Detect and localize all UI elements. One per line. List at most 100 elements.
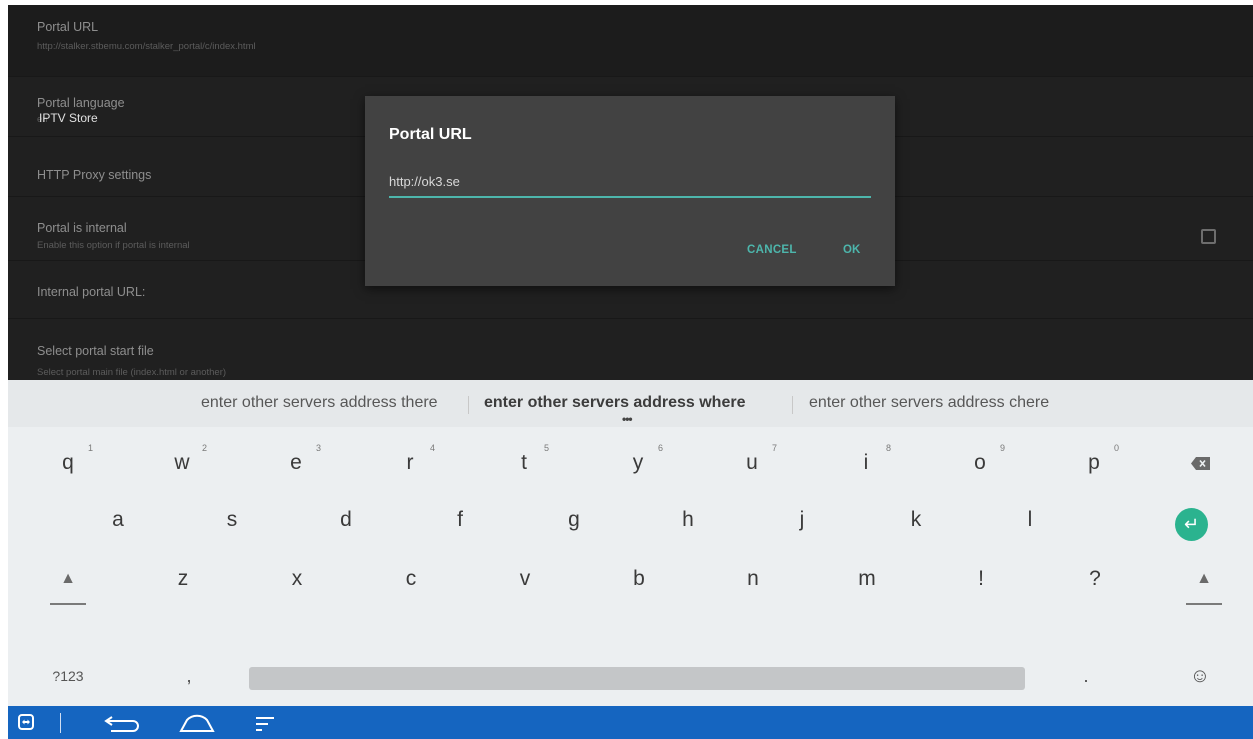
key-e[interactable]: e3 [251, 437, 341, 495]
app-screen: Portal URL http://stalker.stbemu.com/sta… [8, 5, 1253, 739]
back-icon[interactable] [103, 715, 147, 733]
key-number-hint: 1 [87, 443, 93, 453]
suggestion-divider [792, 396, 793, 414]
setting-title: Select portal start file [37, 344, 154, 358]
key-label: ? [1089, 567, 1101, 590]
setting-title: Portal language [37, 96, 125, 110]
key-label: f [457, 508, 463, 531]
key-z[interactable]: z [138, 553, 228, 611]
portal-url-input[interactable] [389, 170, 871, 198]
key-label: p [1088, 451, 1100, 474]
setting-title: Portal URL [37, 20, 99, 34]
key-v[interactable]: v [480, 553, 570, 611]
key-y[interactable]: y6 [593, 437, 683, 495]
key-c[interactable]: c [366, 553, 456, 611]
more-suggestions-icon[interactable]: ••• [622, 412, 633, 426]
recents-icon[interactable] [254, 715, 276, 733]
key-label: t [521, 451, 527, 474]
key-label: a [112, 508, 124, 531]
key-a[interactable]: a [73, 494, 163, 552]
space-key[interactable] [249, 667, 1025, 690]
emoji-key[interactable]: ☺ [1158, 658, 1248, 698]
key-label: x [291, 567, 303, 590]
nav-divider [60, 713, 61, 733]
key-b[interactable]: b [594, 553, 684, 611]
key-w[interactable]: w2 [137, 437, 227, 495]
comma-key[interactable]: , [144, 658, 234, 698]
shift-underline [1186, 603, 1222, 605]
key-label: b [633, 567, 645, 590]
key-number-hint: 6 [657, 443, 663, 453]
key-number-hint: 3 [315, 443, 321, 453]
suggestion-center[interactable]: enter other servers address where [484, 394, 745, 412]
setting-title: Portal is internal [37, 221, 127, 235]
setting-portal-start-file[interactable]: Select portal start file Select portal m… [8, 319, 1253, 381]
key-label: ! [978, 567, 984, 590]
key-x[interactable]: x [252, 553, 342, 611]
teamviewer-icon[interactable] [18, 714, 34, 730]
key-label: n [747, 567, 759, 590]
key-h[interactable]: h [643, 494, 733, 552]
key-f[interactable]: f [415, 494, 505, 552]
key-label: h [682, 508, 694, 531]
suggestion-divider [468, 396, 469, 414]
setting-value: http://stalker.stbemu.com/stalker_portal… [37, 41, 256, 52]
shift-icon: ▲ [60, 570, 76, 587]
comma-label: , [186, 666, 192, 686]
shift-key-right[interactable]: ▲ [1162, 553, 1252, 611]
key-l[interactable]: l [985, 494, 1075, 552]
key-label: e [290, 451, 302, 474]
key-label: j [799, 508, 805, 531]
key-o[interactable]: o9 [935, 437, 1025, 495]
enter-icon: ↵ [1175, 508, 1208, 541]
key-n[interactable]: n [708, 553, 798, 611]
key-j[interactable]: j [757, 494, 847, 552]
key-g[interactable]: g [529, 494, 619, 552]
ok-button[interactable]: OK [843, 244, 860, 256]
setting-portal-url[interactable]: Portal URL http://stalker.stbemu.com/sta… [8, 5, 1253, 77]
key-![interactable]: ! [936, 553, 1026, 611]
key-s[interactable]: s [187, 494, 277, 552]
key-?[interactable]: ? [1050, 553, 1140, 611]
key-number-hint: 2 [201, 443, 207, 453]
symbols-label: ?123 [52, 668, 84, 684]
key-number-hint: 5 [543, 443, 549, 453]
home-icon[interactable] [178, 714, 216, 734]
key-label: z [177, 567, 189, 590]
key-q[interactable]: q1 [23, 437, 113, 495]
shift-key-left[interactable]: ▲ [26, 553, 116, 611]
key-number-hint: 8 [885, 443, 891, 453]
cancel-button[interactable]: CANCEL [747, 244, 797, 256]
suggestion-left[interactable]: enter other servers address there [201, 394, 438, 412]
key-u[interactable]: u7 [707, 437, 797, 495]
portal-internal-checkbox[interactable] [1201, 229, 1216, 244]
key-label: y [632, 451, 644, 474]
backspace-icon [1191, 457, 1210, 470]
key-m[interactable]: m [822, 553, 912, 611]
key-t[interactable]: t5 [479, 437, 569, 495]
key-d[interactable]: d [301, 494, 391, 552]
key-r[interactable]: r4 [365, 437, 455, 495]
key-label: s [226, 508, 238, 531]
key-number-hint: 9 [999, 443, 1005, 453]
key-label: c [405, 567, 417, 590]
setting-title: Internal portal URL: [37, 285, 146, 299]
key-label: g [568, 508, 580, 531]
period-key[interactable]: . [1041, 658, 1131, 698]
portal-url-dialog: Portal URL CANCEL OK [365, 96, 895, 286]
navigation-bar [8, 706, 1253, 739]
key-number-hint: 0 [1113, 443, 1119, 453]
key-i[interactable]: i8 [821, 437, 911, 495]
setting-subtitle: Enable this option if portal is internal [37, 240, 190, 251]
soft-keyboard: enter other servers address there enter … [8, 380, 1253, 706]
setting-subtitle: Select portal main file (index.html or a… [37, 367, 227, 378]
shift-underline [50, 603, 86, 605]
key-label: m [858, 567, 876, 590]
key-number-hint: 4 [429, 443, 435, 453]
backspace-key[interactable] [1158, 437, 1248, 495]
symbols-key[interactable]: ?123 [28, 658, 118, 698]
enter-key[interactable]: ↵ [1148, 494, 1238, 552]
key-p[interactable]: p0 [1049, 437, 1139, 495]
key-k[interactable]: k [871, 494, 961, 552]
suggestion-right[interactable]: enter other servers address chere [809, 394, 1049, 412]
